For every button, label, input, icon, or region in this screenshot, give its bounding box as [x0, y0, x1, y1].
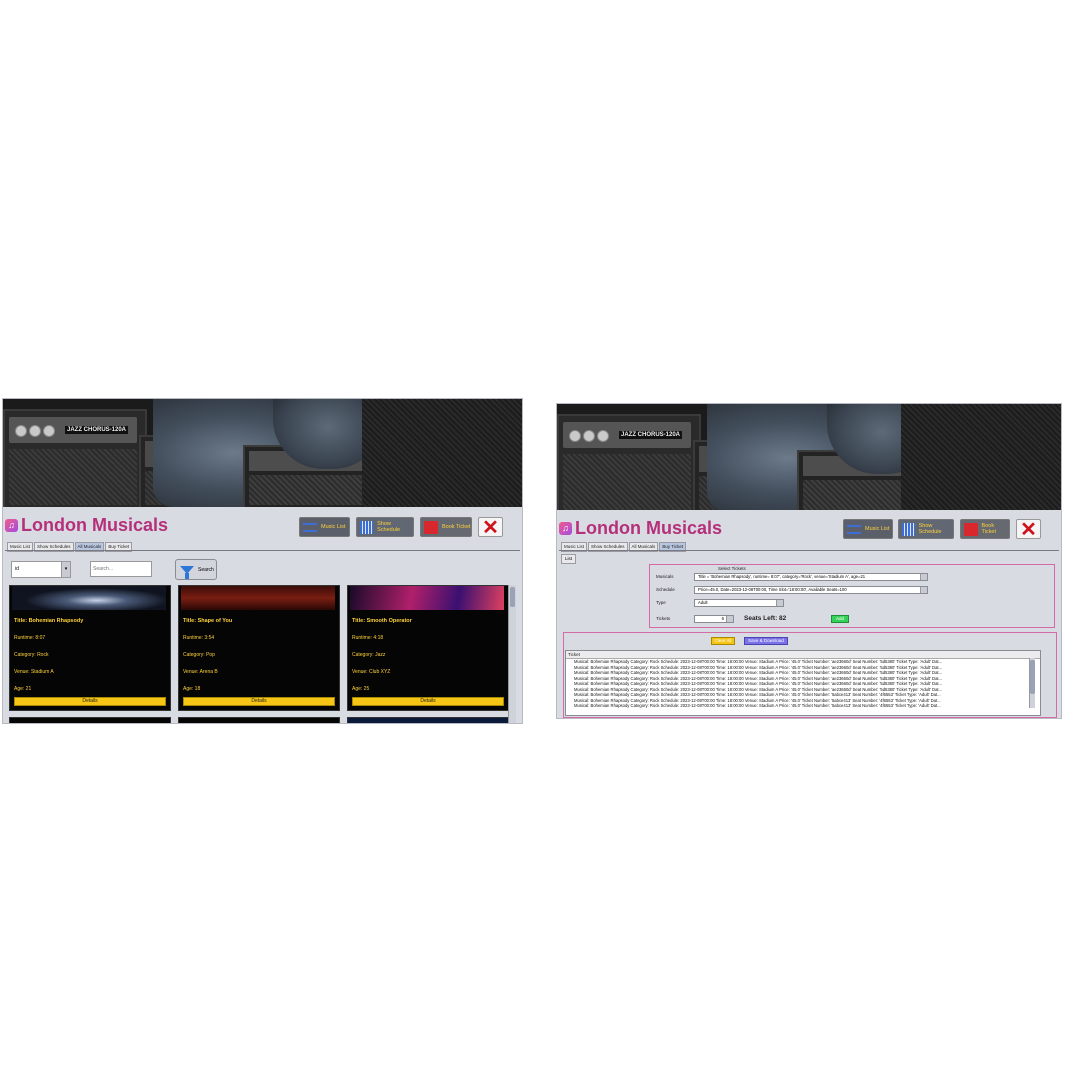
stepper-arrows-icon	[726, 616, 733, 622]
musical-card: Title: Bohemian Rhapsody Runtime: 8:07 C…	[9, 585, 171, 711]
card-image	[181, 586, 335, 610]
seats-left-text: Seats Left: 82	[744, 615, 787, 622]
card-age: Age: 18	[183, 686, 201, 692]
musicals-select-value: Title = 'Bohemian Rhapsody', runtime= 8:…	[698, 574, 866, 579]
banner-image: JAZZ CHORUS-120A	[557, 404, 1061, 510]
tab-list[interactable]: List	[561, 554, 577, 564]
list-icon	[303, 523, 317, 532]
app-title: ♫ London Musicals	[559, 518, 722, 539]
card-image	[350, 586, 504, 610]
card-age: Age: 21	[14, 686, 32, 692]
card-category: Category: Rock	[14, 652, 49, 658]
buy-ticket-window: JAZZ CHORUS-120A ♫ London Musicals Music…	[556, 403, 1062, 719]
musical-card: Title: Shape of You Runtime: 3:54 Catego…	[178, 585, 340, 711]
schedule-label: Schedule	[656, 587, 675, 592]
search-button[interactable]: Search	[175, 559, 217, 580]
vertical-scrollbar[interactable]	[508, 585, 516, 723]
card-age: Age: 25	[352, 686, 370, 692]
calendar-icon	[360, 520, 374, 534]
show-schedule-button[interactable]: Show Schedule	[898, 519, 954, 539]
banner-image: JAZZ CHORUS-120A	[3, 399, 522, 507]
music-note-icon: ♫	[559, 522, 572, 535]
music-list-button[interactable]: Music List	[299, 517, 350, 537]
chevron-down-icon	[920, 587, 927, 593]
ticket-icon	[964, 522, 978, 536]
schedule-select[interactable]: Price=45.0, Date=2023-12-08T00:00, Time …	[694, 586, 928, 594]
card-venue: Venue: Arena B	[183, 669, 218, 675]
type-select-value: Adult	[698, 600, 708, 605]
search-button-label: Search	[198, 566, 214, 573]
show-schedule-label: Show Schedule	[377, 521, 401, 533]
musical-card-grid: Title: Bohemian Rhapsody Runtime: 8:07 C…	[9, 585, 509, 723]
musicals-label: Musicals	[656, 574, 674, 579]
details-button[interactable]: Details	[14, 697, 166, 706]
tickets-stepper[interactable]: 6	[694, 615, 734, 623]
amp-graphic: JAZZ CHORUS-120A	[3, 409, 147, 507]
add-button[interactable]: Add	[831, 615, 849, 623]
calendar-icon	[902, 522, 915, 536]
chevron-down-icon	[920, 574, 927, 580]
tickets-label: Tickets	[656, 616, 671, 621]
card-title: Title: Smooth Operator	[352, 618, 412, 624]
musical-card	[178, 717, 340, 723]
card-title: Title: Shape of You	[183, 618, 233, 624]
music-list-button[interactable]: Music List	[843, 519, 893, 539]
show-schedule-label: Show Schedule	[918, 523, 942, 535]
musical-card	[347, 717, 509, 723]
table-row[interactable]: Musical: Bohemian Rhapsody Category: Roc…	[566, 703, 1040, 709]
book-ticket-label: Book Ticket	[442, 524, 471, 530]
app-title-text: London Musicals	[21, 515, 169, 535]
card-runtime: Runtime: 8:07	[14, 635, 46, 641]
close-icon: ✕	[482, 516, 499, 539]
card-runtime: Runtime: 4:18	[352, 635, 384, 641]
music-list-label: Music List	[321, 524, 346, 530]
musical-card	[9, 717, 171, 723]
details-button[interactable]: Details	[352, 697, 504, 706]
close-icon: ✕	[1020, 518, 1037, 541]
table-scrollbar[interactable]	[1029, 658, 1035, 708]
save-download-button[interactable]: Save & Download	[744, 637, 788, 645]
book-ticket-label: Book Ticket	[981, 523, 996, 535]
show-schedule-button[interactable]: Show Schedule	[356, 517, 414, 537]
app-title-text: London Musicals	[575, 518, 723, 538]
table-header-ticket: Ticket	[566, 651, 1040, 659]
select-tickets-panel: Select Tickets Musicals Title = 'Bohemia…	[649, 564, 1055, 628]
book-ticket-button[interactable]: Book Ticket	[420, 517, 472, 537]
close-button[interactable]: ✕	[1016, 518, 1041, 541]
card-venue: Venue: Stadium A	[14, 669, 54, 675]
close-button[interactable]: ✕	[478, 516, 503, 539]
card-category: Category: Jazz	[352, 652, 386, 658]
card-venue: Venue: Club XYZ	[352, 669, 391, 675]
card-title: Title: Bohemian Rhapsody	[14, 618, 84, 624]
chevron-down-icon	[776, 600, 783, 606]
music-note-icon: ♫	[5, 519, 18, 532]
card-runtime: Runtime: 3:54	[183, 635, 215, 641]
chevron-down-icon: ▾	[61, 562, 70, 577]
list-icon	[847, 525, 861, 534]
search-input[interactable]	[90, 561, 152, 577]
filter-funnel-icon	[180, 565, 194, 579]
amp-graphic: JAZZ CHORUS-120A	[557, 414, 701, 510]
card-category: Category: Pop	[183, 652, 215, 658]
musical-card: Title: Smooth Operator Runtime: 4:18 Cat…	[347, 585, 509, 711]
ticket-table: Ticket Musical: Bohemian Rhapsody Catego…	[565, 650, 1041, 716]
select-tickets-caption: Select Tickets	[718, 566, 746, 571]
type-label: Type	[656, 600, 666, 605]
tickets-stepper-value: 6	[721, 616, 724, 621]
clear-all-button[interactable]: Clear All	[711, 637, 735, 645]
schedule-select-value: Price=45.0, Date=2023-12-08T00:00, Time …	[698, 587, 847, 592]
all-musicals-window: JAZZ CHORUS-120A ♫ London Musicals Music…	[2, 398, 523, 724]
ticket-icon	[424, 520, 438, 534]
book-ticket-button[interactable]: Book Ticket	[960, 519, 1010, 539]
card-image	[12, 586, 166, 610]
music-list-label: Music List	[865, 526, 890, 532]
musicals-select[interactable]: Title = 'Bohemian Rhapsody', runtime= 8:…	[694, 573, 928, 581]
details-button[interactable]: Details	[183, 697, 335, 706]
app-title: ♫ London Musicals	[5, 515, 168, 536]
filter-field-select[interactable]: id ▾	[11, 561, 71, 578]
type-select[interactable]: Adult	[694, 599, 784, 607]
filter-field-value: id	[15, 566, 19, 572]
